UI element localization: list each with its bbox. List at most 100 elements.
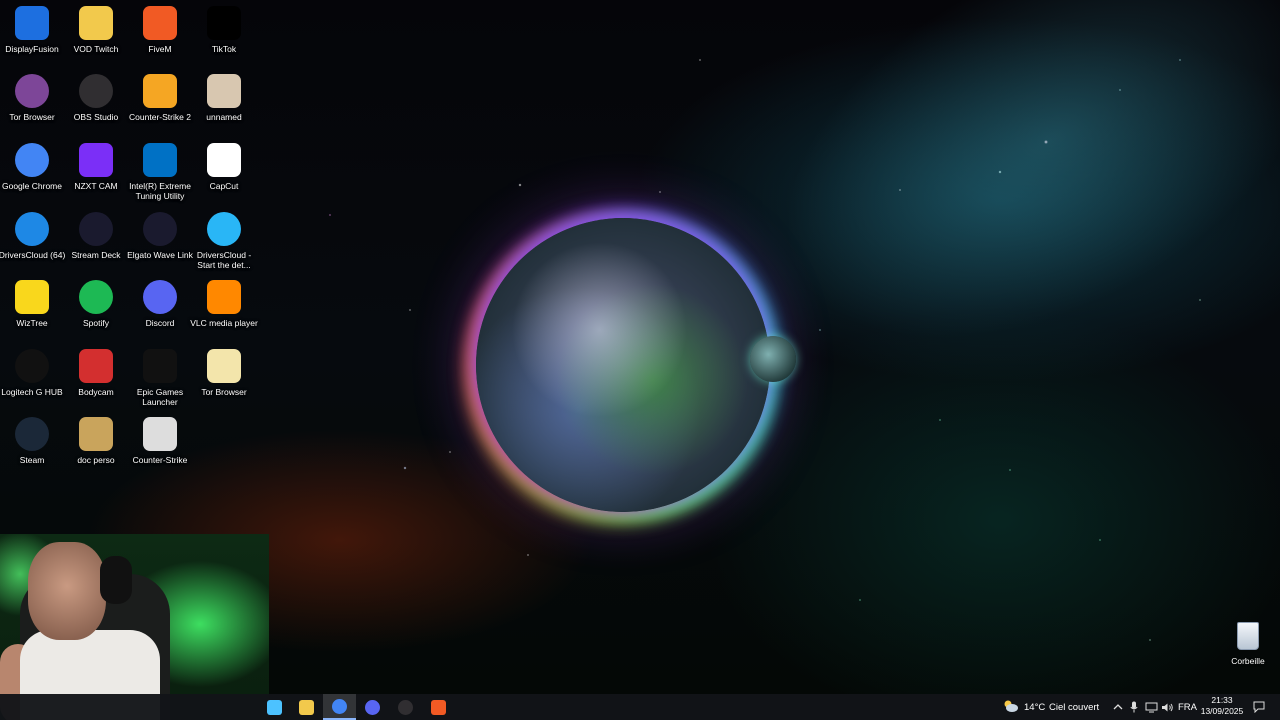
displayfusion-icon [15, 6, 49, 40]
image-file-icon [207, 74, 241, 108]
nzxt-cam-icon [79, 143, 113, 177]
desktop-icon-label: Discord [145, 318, 175, 328]
desktop-icon-label: DisplayFusion [5, 44, 59, 54]
desktop-icon[interactable]: DriversCloud - Start the det... [192, 206, 256, 272]
desktop-icon-label: Epic Games Launcher [136, 387, 184, 407]
desktop-icon[interactable]: NZXT CAM [64, 137, 128, 203]
discord-icon [143, 280, 177, 314]
volume-icon[interactable] [1160, 700, 1174, 714]
desktop-icon[interactable]: Google Chrome [0, 137, 64, 203]
logitech-g-hub-icon [15, 349, 49, 383]
vlc-icon [207, 280, 241, 314]
taskbar-app-discord[interactable] [356, 694, 389, 720]
weather-temperature[interactable]: 14°C [1024, 694, 1045, 720]
desktop-icon[interactable]: Spotify [64, 274, 128, 340]
desktop-icon[interactable]: Epic Games Launcher [128, 343, 192, 409]
desktop-icon-label: Logitech G HUB [1, 387, 63, 397]
desktop-icon-label: Google Chrome [1, 181, 62, 191]
network-icon[interactable] [1144, 700, 1158, 714]
desktop-icon[interactable]: doc perso [64, 411, 128, 477]
obs-icon [398, 699, 413, 715]
desktop-icon-label: doc perso [77, 455, 115, 465]
desktop-icon[interactable]: DisplayFusion [0, 0, 64, 66]
stream-deck-icon [79, 212, 113, 246]
obs-icon [79, 74, 113, 108]
desktop-icon-label: NZXT CAM [74, 181, 118, 191]
intel-xtu-icon [143, 143, 177, 177]
tor-browser-file-icon [207, 349, 241, 383]
cloud-sun-icon[interactable] [1003, 699, 1019, 713]
desktop-icon[interactable]: Counter-Strike [128, 411, 192, 477]
desktop-icon-label: Elgato Wave Link [127, 250, 193, 260]
spotify-icon [79, 280, 113, 314]
headset [100, 556, 132, 604]
chevron-up-icon[interactable] [1112, 700, 1124, 714]
wave-link-icon [143, 212, 177, 246]
webcam-overlay [0, 534, 269, 720]
desktop-icon-label: Tor Browser [9, 112, 55, 122]
desktop-icon[interactable]: Counter-Strike 2 [128, 68, 192, 134]
desktop-icon-label: VOD Twitch [73, 44, 119, 54]
wiztree-icon [15, 280, 49, 314]
desktop-icon[interactable]: Tor Browser [192, 343, 256, 409]
microphone-icon[interactable] [1128, 700, 1140, 714]
taskbar-app-file-explorer[interactable] [290, 694, 323, 720]
desktop-icon-label: Bodycam [78, 387, 114, 397]
desktop-icon[interactable]: TikTok [192, 0, 256, 66]
desktop-icon[interactable]: Stream Deck [64, 206, 128, 272]
desktop-icon-label: TikTok [211, 44, 237, 54]
desktop-icon[interactable]: CapCut [192, 137, 256, 203]
weather-condition[interactable]: Ciel couvert [1049, 694, 1099, 720]
taskbar-app-obs[interactable] [389, 694, 422, 720]
desktop-icon-label: VLC media player [190, 318, 258, 328]
taskbar: 14°C Ciel couvert FRA 21:33 13/09/2025 [0, 694, 1280, 720]
desktop-icon[interactable]: VOD Twitch [64, 0, 128, 66]
desktop-icon[interactable]: DriversCloud (64) [0, 206, 66, 272]
desktop-icon[interactable]: unnamed [192, 68, 256, 134]
bodycam-icon [79, 349, 113, 383]
desktop-icon-label: DriversCloud (64) [0, 250, 66, 260]
desktop-icon[interactable]: Bodycam [64, 343, 128, 409]
capcut-icon [207, 143, 241, 177]
desktop-icon[interactable]: Elgato Wave Link [127, 206, 193, 272]
desktop-icon-label: Tor Browser [201, 387, 247, 397]
discord-icon [365, 699, 380, 715]
language-indicator[interactable]: FRA [1178, 694, 1197, 720]
folder-icon [79, 6, 113, 40]
notifications-icon[interactable] [1252, 700, 1266, 714]
desktop-icon[interactable]: Steam [0, 411, 64, 477]
chrome-icon [332, 698, 347, 714]
steam-icon [15, 417, 49, 451]
desktop-icon[interactable]: FiveM [128, 0, 192, 66]
desktop-icon-label: DriversCloud - Start the det... [196, 250, 252, 270]
fivem-icon [431, 699, 446, 715]
desktop-icon-label: unnamed [206, 112, 242, 122]
recycle-bin[interactable]: Corbeille [1224, 622, 1272, 674]
taskbar-app-chrome[interactable] [323, 694, 356, 720]
tor-browser-icon [15, 74, 49, 108]
desktop-icon[interactable]: Logitech G HUB [0, 343, 64, 409]
driverscloud-icon [15, 212, 49, 246]
counter-strike-2-icon [143, 74, 177, 108]
planet-earth [476, 218, 770, 512]
desktop-icon-label: Stream Deck [71, 250, 121, 260]
desktop-icon[interactable]: OBS Studio [64, 68, 128, 134]
desktop-icon[interactable]: VLC media player [190, 274, 258, 340]
streamer-face [28, 542, 106, 640]
desktop-icon[interactable]: Tor Browser [0, 68, 64, 134]
recycle-bin-label: Corbeille [1231, 656, 1265, 666]
desktop-icon-label: FiveM [148, 44, 172, 54]
desktop-icon-label: CapCut [209, 181, 239, 191]
desktop-icon[interactable]: Intel(R) Extreme Tuning Utility [128, 137, 192, 203]
taskbar-app-fivem[interactable] [422, 694, 455, 720]
taskbar-app-windows-start[interactable] [258, 694, 291, 720]
desktop-icon-label: Counter-Strike [132, 455, 188, 465]
desktop-icon[interactable]: WizTree [0, 274, 64, 340]
desktop-icon-label: OBS Studio [73, 112, 119, 122]
clock[interactable]: 21:33 13/09/2025 [1196, 695, 1248, 719]
clock-time: 21:33 [1211, 695, 1233, 705]
counter-strike-icon [143, 417, 177, 451]
desktop-icon[interactable]: Discord [128, 274, 192, 340]
recycle-bin-icon [1237, 622, 1259, 650]
desktop-icon-label: Spotify [83, 318, 109, 328]
